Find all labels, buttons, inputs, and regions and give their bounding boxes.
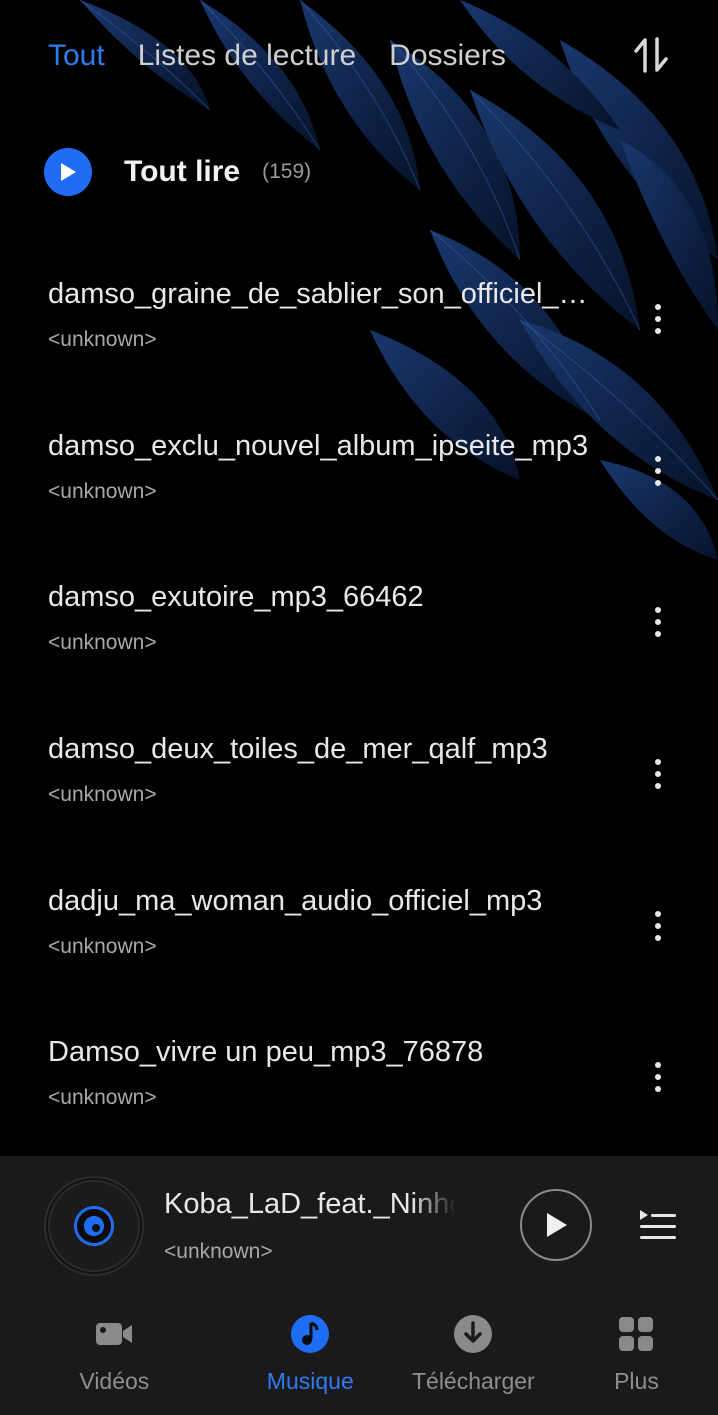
track-artist: <unknown> <box>48 783 157 806</box>
track-count: (159) <box>262 160 312 183</box>
sort-arrows-icon[interactable] <box>630 34 672 76</box>
track-item[interactable]: damso_exutoire_mp3_66462 <unknown> <box>48 579 678 689</box>
track-item[interactable]: dadju_ma_woman_audio_officiel_mp3 <unkno… <box>48 883 678 993</box>
play-button[interactable] <box>520 1189 592 1261</box>
tab-playlists[interactable]: Listes de lecture <box>138 39 356 73</box>
track-item[interactable]: damso_graine_de_sablier_son_officiel_mp3… <box>48 276 678 386</box>
track-title: dadju_ma_woman_audio_officiel_mp3 <box>48 885 543 917</box>
play-all-button[interactable] <box>44 148 92 196</box>
track-artist: <unknown> <box>48 480 157 503</box>
track-title: damso_exutoire_mp3_66462 <box>48 581 424 613</box>
track-title: damso_graine_de_sablier_son_officiel_mp3 <box>48 278 593 310</box>
track-title: Damso_vivre un peu_mp3_76878 <box>48 1036 484 1068</box>
nav-videos[interactable]: Vidéos <box>0 1296 229 1415</box>
more-options-icon[interactable] <box>638 1056 678 1098</box>
track-item[interactable]: Damso_vivre un peu_mp3_76878 <unknown> <box>48 1034 678 1144</box>
nav-more[interactable]: Plus <box>555 1296 718 1415</box>
now-playing-artist: <unknown> <box>164 1240 273 1263</box>
play-all-row[interactable]: Tout lire (159) <box>44 148 311 196</box>
tab-folders[interactable]: Dossiers <box>389 39 506 73</box>
more-options-icon[interactable] <box>638 298 678 340</box>
album-disc-icon[interactable] <box>44 1176 144 1276</box>
top-tabs: Tout Listes de lecture Dossiers <box>48 36 718 76</box>
play-icon <box>61 163 76 181</box>
nav-label: Vidéos <box>79 1368 150 1394</box>
nav-label: Plus <box>614 1368 659 1394</box>
more-options-icon[interactable] <box>638 450 678 492</box>
track-artist: <unknown> <box>48 1086 157 1109</box>
music-note-icon <box>291 1315 330 1353</box>
track-item[interactable]: damso_exclu_nouvel_album_ipseite_mp3 <un… <box>48 428 678 538</box>
play-all-label: Tout lire <box>124 155 241 188</box>
mini-player[interactable]: Koba_LaD_feat._Ninho <unknown> <box>0 1156 718 1296</box>
track-artist: <unknown> <box>48 935 157 958</box>
grid-icon <box>619 1317 654 1351</box>
nav-label: Musique <box>266 1368 354 1394</box>
play-icon <box>547 1213 567 1237</box>
track-artist: <unknown> <box>48 631 157 654</box>
track-title: damso_deux_toiles_de_mer_qalf_mp3 <box>48 733 548 765</box>
tab-all[interactable]: Tout <box>48 39 105 73</box>
nav-label: Télécharger <box>411 1368 535 1394</box>
more-options-icon[interactable] <box>638 601 678 643</box>
bottom-navigation: Vidéos Musique Télécharger Plus <box>0 1296 718 1415</box>
playlist-queue-icon[interactable] <box>638 1208 678 1244</box>
more-options-icon[interactable] <box>638 753 678 795</box>
track-title: damso_exclu_nouvel_album_ipseite_mp3 <box>48 430 589 462</box>
track-artist: <unknown> <box>48 328 157 351</box>
download-icon <box>454 1315 493 1353</box>
video-camera-icon <box>96 1323 133 1345</box>
more-options-icon[interactable] <box>638 905 678 947</box>
nav-music[interactable]: Musique <box>229 1296 392 1415</box>
nav-download[interactable]: Télécharger <box>392 1296 555 1415</box>
track-item[interactable]: damso_deux_toiles_de_mer_qalf_mp3 <unkno… <box>48 731 678 841</box>
now-playing-title: Koba_LaD_feat._Ninho <box>164 1188 456 1220</box>
